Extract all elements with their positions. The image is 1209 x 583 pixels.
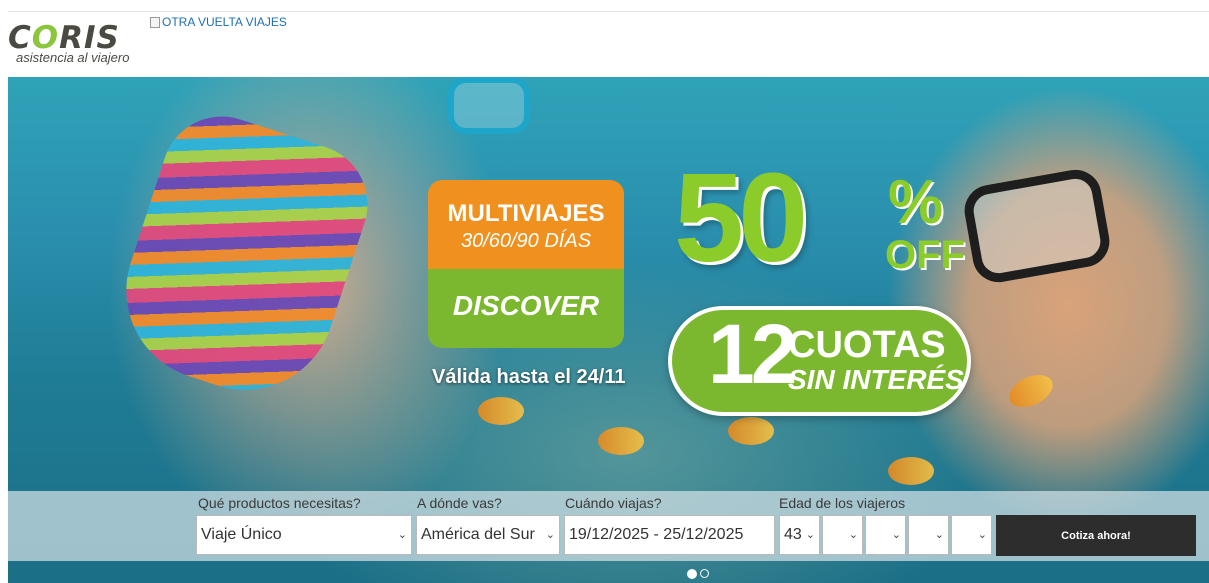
promo-validity: Válida hasta el 24/11 (432, 366, 626, 388)
chevron-down-icon: ⌄ (545, 529, 555, 541)
age-select-2[interactable]: ⌄ (822, 515, 863, 555)
fish-shape (728, 417, 774, 445)
chevron-down-icon: ⌄ (848, 529, 858, 541)
age-select-3[interactable]: ⌄ (865, 515, 906, 555)
carousel-pagination (687, 569, 709, 579)
fish-shape (598, 427, 644, 455)
products-select-value: Viaje Único (201, 526, 282, 543)
dates-input-value: 19/12/2025 - 25/12/2025 (569, 526, 744, 543)
dates-label: Cuándo viajas? (565, 495, 662, 511)
fish-shape (888, 457, 934, 485)
logo-tagline: asistencia al viajero (16, 50, 130, 65)
chevron-down-icon: ⌄ (805, 529, 815, 541)
fish-shape (478, 397, 524, 425)
age-select-value: 43 (784, 526, 802, 543)
age-select-5[interactable]: ⌄ (951, 515, 992, 555)
snorkel-mask-right (960, 165, 1114, 287)
promo-title: MULTIVIAJES (447, 200, 605, 227)
products-select[interactable]: Viaje Único ⌄ (196, 515, 412, 555)
partner-alt-text: OTRA VUELTA VIAJES (162, 15, 287, 29)
ages-label: Edad de los viajeros (779, 495, 906, 511)
coris-logo[interactable]: CORIS asistencia al viajero (8, 20, 150, 66)
installments-label: CUOTAS (788, 324, 946, 366)
installments-sub: SIN INTERÉS (788, 364, 964, 395)
destination-select-value: América del Sur (421, 526, 535, 543)
promo-badge: MULTIVIAJES 30/60/90 DÍAS DISCOVER (428, 180, 624, 348)
destination-select[interactable]: América del Sur ⌄ (416, 515, 560, 555)
installments-pill: 12 CUOTAS SIN INTERÉS (668, 306, 971, 416)
installments-number: 12 (708, 307, 797, 401)
age-select-1[interactable]: 43 ⌄ (779, 515, 820, 555)
discount-number: 50 (674, 147, 808, 288)
quote-now-button[interactable]: Cotiza ahora! (996, 515, 1196, 556)
dates-input[interactable]: 19/12/2025 - 25/12/2025 (564, 515, 775, 555)
snorkel-mask-left (448, 77, 530, 134)
products-label: Qué productos necesitas? (198, 495, 361, 511)
discount-off: OFF (885, 233, 965, 277)
promo-plan: DISCOVER (428, 269, 624, 348)
chevron-down-icon: ⌄ (891, 529, 901, 541)
chevron-down-icon: ⌄ (397, 529, 407, 541)
fish-shape (1004, 368, 1058, 414)
carousel-dot-2[interactable] (700, 569, 709, 578)
chevron-down-icon: ⌄ (977, 529, 987, 541)
partner-logo-link[interactable]: OTRA VUELTA VIAJES (150, 15, 287, 29)
carousel-dot-1[interactable] (687, 569, 697, 579)
age-select-4[interactable]: ⌄ (908, 515, 949, 555)
header-divider (8, 11, 1209, 12)
destination-label: A dónde vas? (417, 495, 502, 511)
quote-search-bar: Qué productos necesitas? A dónde vas? Cu… (8, 491, 1209, 561)
hero-banner[interactable]: MULTIVIAJES 30/60/90 DÍAS DISCOVER Válid… (8, 77, 1209, 583)
broken-image-icon (150, 16, 160, 28)
swimsuit-shape (102, 100, 384, 414)
promo-days: 30/60/90 DÍAS (460, 230, 592, 252)
chevron-down-icon: ⌄ (934, 529, 944, 541)
discount-percent: % (888, 168, 944, 237)
